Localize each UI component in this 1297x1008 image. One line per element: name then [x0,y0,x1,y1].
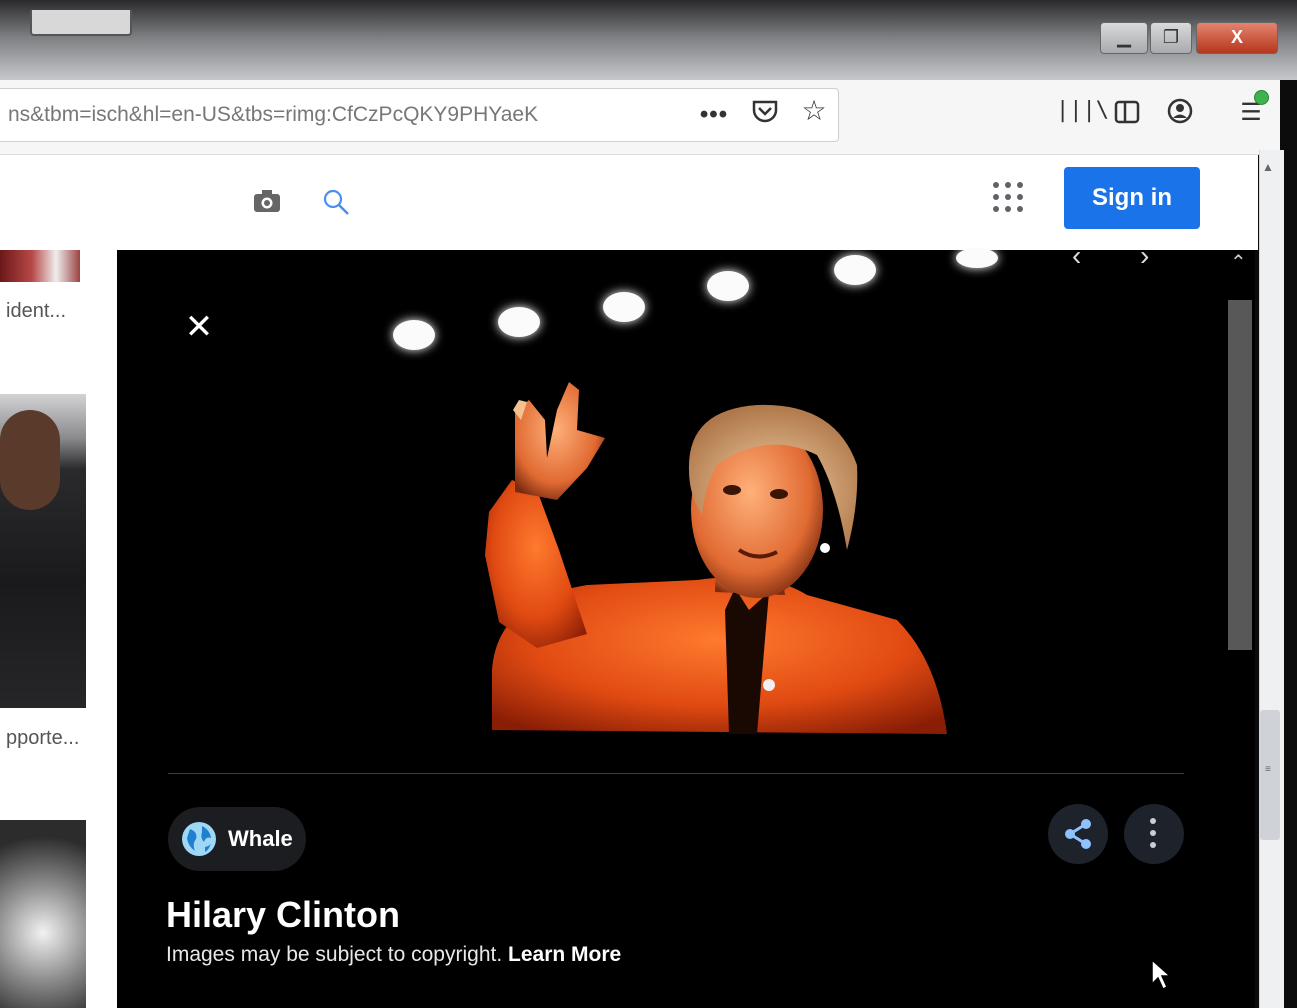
apps-grid-icon[interactable] [993,182,1023,212]
account-icon[interactable] [1163,97,1197,133]
pocket-icon[interactable] [748,96,782,134]
previous-image-icon[interactable]: ‹ [1072,240,1081,272]
share-icon [1061,817,1095,851]
result-thumbnail[interactable] [0,820,86,1008]
camera-icon[interactable] [252,188,282,214]
result-thumbnail-face [0,410,60,510]
stage-light [707,271,749,301]
learn-more-link[interactable]: Learn More [508,943,621,966]
stage-light [393,320,435,350]
sign-in-button[interactable]: Sign in [1064,167,1200,229]
restore-button[interactable]: ❐ [1150,22,1192,54]
minimize-button[interactable]: ▁ [1100,22,1148,54]
more-icon[interactable]: ••• [697,100,731,130]
stage-light [498,307,540,337]
sidebar-icon[interactable] [1110,98,1144,134]
stage-light [834,255,876,285]
search-icon[interactable] [322,188,350,216]
page-scrollbar-thumb[interactable] [1260,710,1280,840]
viewer-scroll-up-icon[interactable]: ⌃ [1230,250,1247,275]
divider [168,773,1184,774]
close-window-button[interactable]: X [1196,22,1278,54]
viewer-scrollbar[interactable] [1228,300,1252,650]
next-image-icon[interactable]: › [1140,240,1149,272]
result-thumbnail[interactable] [0,250,80,282]
library-icon[interactable]: |||\ [1056,96,1109,126]
url-text[interactable]: ns&tbm=isch&hl=en-US&tbs=rimg:CfCzPcQKY9… [8,103,623,127]
scroll-up-arrow-icon[interactable]: ▲ [1262,160,1274,174]
result-caption[interactable]: pporte... [6,727,79,750]
source-name[interactable]: Whale [228,826,293,852]
image-title[interactable]: Hilary Clinton [166,894,400,936]
grip-icon: ≡ [1265,764,1271,775]
copyright-notice: Images may be subject to copyright. Lear… [166,943,621,967]
page-scrollbar[interactable] [1259,150,1284,1008]
stage-light [603,292,645,322]
mouse-pointer-icon [1150,958,1176,992]
browser-tab[interactable] [30,10,132,36]
globe-icon [180,820,218,858]
more-vert-icon [1148,818,1158,852]
close-viewer-icon[interactable]: ✕ [182,310,216,344]
preview-image[interactable] [117,250,1255,770]
copyright-text: Images may be subject to copyright. [166,943,503,966]
star-icon[interactable]: ☆ [797,96,831,126]
stage-light [956,248,998,268]
update-badge-icon [1254,90,1269,105]
result-caption[interactable]: ident... [6,300,66,323]
